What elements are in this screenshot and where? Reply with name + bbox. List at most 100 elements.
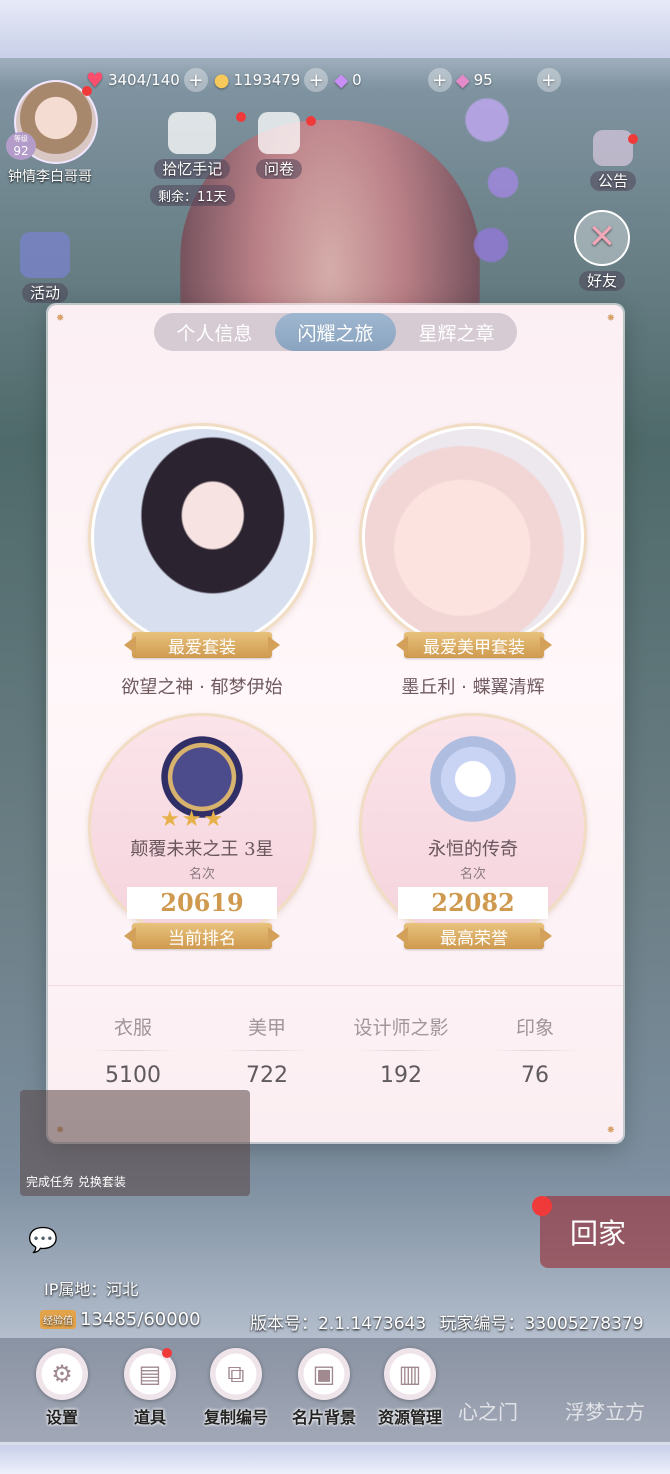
- mission-banner[interactable]: 完成任务 兑换套装: [20, 1090, 250, 1196]
- add-diamond-button[interactable]: +: [427, 68, 452, 92]
- stat-value: 76: [521, 1063, 549, 1088]
- best-honor-ribbon: 最高荣誉: [404, 923, 544, 949]
- player-level: 等级 92: [6, 132, 36, 160]
- activity-label: 活动: [21, 283, 68, 303]
- add-stamina-button[interactable]: +: [183, 68, 208, 92]
- background-wisteria: [455, 70, 535, 320]
- add-crystal-button[interactable]: +: [536, 68, 561, 92]
- tab-star-chapter[interactable]: 星辉之章: [396, 313, 517, 351]
- diamond-resource: ◆ 0: [334, 70, 361, 91]
- stat-label: 设计师之影: [353, 1017, 449, 1039]
- crystal-value: 95: [473, 71, 493, 89]
- current-rank-sub: 名次: [188, 867, 215, 882]
- mission-banner-text: 完成任务 兑换套装: [26, 1175, 126, 1189]
- stat-line: [492, 1050, 578, 1051]
- stat-line: [358, 1050, 444, 1051]
- top-decor-strip: [0, 0, 670, 58]
- heart-gate-label[interactable]: 心之门: [458, 1396, 518, 1425]
- home-label: 回家: [570, 1217, 627, 1250]
- card-background-button[interactable]: ▣ 名片背景: [284, 1348, 364, 1428]
- home-button[interactable]: 回家: [540, 1196, 670, 1268]
- diamond-value: 0: [352, 71, 362, 89]
- friends-entry[interactable]: ✕ 好友: [574, 210, 630, 291]
- tab-personal-info[interactable]: 个人信息: [154, 313, 275, 351]
- memory-notes-label: 拾忆手记: [154, 159, 231, 179]
- level-value: 92: [13, 144, 29, 158]
- modal-tabs: 个人信息 闪耀之旅 星辉之章: [154, 313, 517, 351]
- diamond-icon: ◆: [334, 69, 349, 91]
- stat-nails: 美甲 722: [212, 1013, 322, 1088]
- home-alert-icon: [532, 1196, 552, 1216]
- diamond-badge-icon: [423, 729, 523, 829]
- items-notification-dot: [162, 1348, 172, 1358]
- favorite-outfit-card[interactable]: [88, 423, 316, 651]
- stat-impression: 印象 76: [480, 1013, 590, 1088]
- stat-label: 衣服: [113, 1017, 152, 1039]
- tab-shining-journey[interactable]: 闪耀之旅: [275, 313, 396, 351]
- id-card-icon: ▣: [298, 1348, 350, 1400]
- copy-id-button[interactable]: ⧉ 复制编号: [196, 1348, 276, 1428]
- stat-value: 192: [380, 1063, 422, 1088]
- copy-id-label: 复制编号: [203, 1408, 268, 1427]
- corner-decor-icon: ✸: [56, 313, 65, 324]
- notice-label: 公告: [590, 171, 637, 191]
- bottom-decor-strip: [0, 1445, 670, 1474]
- survey-entry[interactable]: 问卷: [256, 112, 303, 179]
- gold-value: 1193479: [233, 71, 301, 89]
- favorite-outfit-name: 欲望之神 · 郁梦伊始: [121, 677, 283, 698]
- friends-icon: ✕: [574, 210, 630, 266]
- settings-button[interactable]: ⚙ 设置: [22, 1348, 102, 1428]
- stat-clothes: 衣服 5100: [78, 1013, 188, 1088]
- resource-bar: ♥ 3404/140 + ● 1193479 + ◆ 0 + ◆ 95 +: [86, 64, 666, 96]
- profile-modal: ✸ ✸ ✸ ✸ 个人信息 闪耀之旅 星辉之章 最爱套装 欲望之神 · 郁梦伊始 …: [48, 305, 623, 1142]
- favorite-nail-ribbon: 最爱美甲套装: [404, 632, 544, 658]
- exp-tag: 经验值: [40, 1310, 76, 1329]
- resource-manage-button[interactable]: ▥ 资源管理: [370, 1348, 450, 1428]
- experience: 经验值 13485/60000: [40, 1309, 201, 1330]
- survey-notification-dot: [306, 116, 316, 126]
- clipboard-icon: [258, 112, 300, 154]
- chat-icon[interactable]: 💬: [28, 1226, 58, 1254]
- resource-manage-label: 资源管理: [377, 1408, 442, 1427]
- best-honor-value: 22082: [398, 887, 548, 919]
- avatar-notification-dot: [82, 86, 92, 96]
- ip-location: IP属地：河北: [44, 1280, 139, 1299]
- castle-icon: [20, 232, 70, 278]
- stamina-value: 3404/140: [107, 71, 180, 89]
- exp-value: 13485/60000: [80, 1309, 201, 1330]
- current-rank-ribbon: 当前排名: [132, 923, 272, 949]
- best-honor-sub: 名次: [459, 867, 486, 882]
- settings-label: 设置: [45, 1408, 78, 1427]
- notice-board-icon: [593, 130, 633, 166]
- favorite-nail-card[interactable]: [359, 423, 587, 651]
- survey-label: 问卷: [256, 159, 303, 179]
- current-rank-value: 20619: [127, 887, 277, 919]
- friends-label: 好友: [578, 271, 625, 291]
- memory-notes-entry[interactable]: 拾忆手记 剩余：11天: [150, 112, 235, 206]
- level-prefix: 等级: [14, 135, 28, 143]
- stat-label: 美甲: [247, 1017, 286, 1039]
- items-label: 道具: [133, 1408, 166, 1427]
- stat-line: [224, 1050, 310, 1051]
- notice-notification-dot: [628, 134, 638, 144]
- favorite-nail-name: 墨丘利 · 蝶翼清辉: [401, 677, 545, 698]
- stamina-resource: ♥ 3404/140 +: [86, 68, 208, 92]
- items-button[interactable]: ▤ 道具: [110, 1348, 190, 1428]
- folder-icon: ▥: [384, 1348, 436, 1400]
- gear-icon: ⚙: [36, 1348, 88, 1400]
- activity-entry[interactable]: 活动: [20, 232, 70, 303]
- add-gold-button[interactable]: +: [304, 68, 329, 92]
- notebook-icon: [168, 112, 217, 154]
- crystal-icon: ◆: [455, 69, 470, 91]
- stat-value: 5100: [105, 1063, 161, 1088]
- gold-resource: ● 1193479 +: [214, 68, 329, 92]
- player-nickname: 钟情李白哥哥: [8, 169, 92, 185]
- corner-decor-icon: ✸: [606, 1125, 615, 1136]
- stat-value: 722: [246, 1063, 288, 1088]
- crystal-resource: + ◆ 95 +: [427, 68, 561, 92]
- version-number: 版本号：2.1.1473643: [250, 1314, 427, 1334]
- memory-notification-dot: [236, 112, 246, 122]
- best-honor-title: 永恒的传奇: [428, 839, 518, 860]
- stat-designer-shadow: 设计师之影 192: [346, 1013, 456, 1088]
- cube-label[interactable]: 浮梦立方: [565, 1396, 645, 1425]
